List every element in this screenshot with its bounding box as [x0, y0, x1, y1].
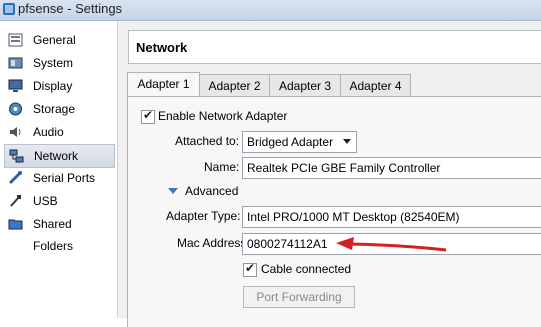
tab-adapter-2[interactable]: Adapter 2 [199, 74, 270, 97]
adapter-panel: ✔ Enable Network Adapter Attached to: Br… [127, 96, 541, 327]
cable-connected-checkbox[interactable]: ✔ [243, 261, 257, 277]
check-icon: ✔ [143, 108, 154, 122]
sidebar-item-system[interactable]: System [4, 52, 115, 74]
sidebar-item-label: System [33, 56, 74, 70]
sidebar-item-audio[interactable]: Audio [4, 121, 115, 143]
port-forwarding-button[interactable]: Port Forwarding [243, 286, 355, 308]
shared-folders-icon [8, 219, 23, 230]
advanced-toggle[interactable]: Advanced [185, 184, 238, 198]
name-label: Name: [204, 160, 240, 174]
sidebar-item-label: Display [33, 79, 73, 93]
window-title: pfsense - Settings [18, 1, 123, 16]
expand-advanced-icon[interactable] [168, 188, 178, 194]
sidebar-item-label: Storage [33, 102, 76, 116]
sidebar-item-general[interactable]: General [4, 29, 115, 51]
settings-content: Network Adapter 1 Adapter 2 Adapter 3 Ad… [118, 21, 541, 327]
sidebar-item-shared-folders[interactable]: Shared Folders [4, 213, 115, 253]
general-icon [8, 33, 23, 47]
sidebar-item-serial-ports[interactable]: Serial Ports [4, 167, 115, 189]
attached-to-value: Bridged Adapter [247, 135, 334, 149]
page-title: Network [136, 40, 188, 55]
virtualbox-icon [3, 3, 15, 15]
tab-adapter-3[interactable]: Adapter 3 [269, 74, 341, 97]
storage-icon [9, 102, 22, 116]
display-icon [8, 79, 23, 92]
audio-icon [10, 127, 21, 137]
sidebar-item-usb[interactable]: USB [4, 190, 115, 212]
annotation-arrow [336, 237, 447, 252]
section-header: Network [128, 30, 541, 64]
check-icon: ✔ [245, 261, 256, 275]
adapter-type-value: Intel PRO/1000 MT Desktop (82540EM) [247, 210, 460, 224]
adapter-type-label: Adapter Type: [166, 209, 241, 223]
usb-icon [10, 195, 21, 207]
sidebar-item-label: Audio [33, 125, 64, 139]
sidebar-item-display[interactable]: Display [4, 75, 115, 97]
sidebar-item-network[interactable]: Network [4, 144, 115, 168]
chevron-down-icon [343, 139, 351, 144]
attached-to-select[interactable]: Bridged Adapter [242, 131, 357, 153]
attached-to-label: Attached to: [175, 134, 240, 148]
enable-adapter-label: Enable Network Adapter [158, 109, 288, 123]
sidebar-item-label: Serial Ports [33, 171, 96, 185]
mac-address-label: Mac Address: [177, 236, 250, 250]
system-icon [8, 57, 23, 69]
cable-connected-label: Cable connected [261, 262, 352, 276]
network-icon [9, 149, 24, 163]
tab-adapter-4[interactable]: Adapter 4 [340, 74, 411, 97]
enable-adapter-checkbox[interactable]: ✔ [141, 108, 155, 124]
sidebar-item-label: USB [33, 194, 58, 208]
mac-address-value: 0800274112A1 [247, 237, 328, 251]
serial-ports-icon [8, 171, 22, 185]
title-bar: pfsense - Settings [0, 0, 541, 21]
sidebar-item-storage[interactable]: Storage [4, 98, 115, 120]
adapter-type-select[interactable]: Intel PRO/1000 MT Desktop (82540EM) [242, 206, 541, 228]
name-value: Realtek PCIe GBE Family Controller [247, 161, 441, 175]
sidebar-item-label: General [33, 33, 76, 47]
sidebar-item-label: Network [34, 149, 79, 163]
name-select[interactable]: Realtek PCIe GBE Family Controller [242, 157, 541, 179]
tab-adapter-1[interactable]: Adapter 1 [127, 72, 200, 98]
sidebar-item-label: Shared Folders [33, 217, 74, 253]
settings-sidebar: General System Display Storage Audio Net… [0, 21, 118, 318]
